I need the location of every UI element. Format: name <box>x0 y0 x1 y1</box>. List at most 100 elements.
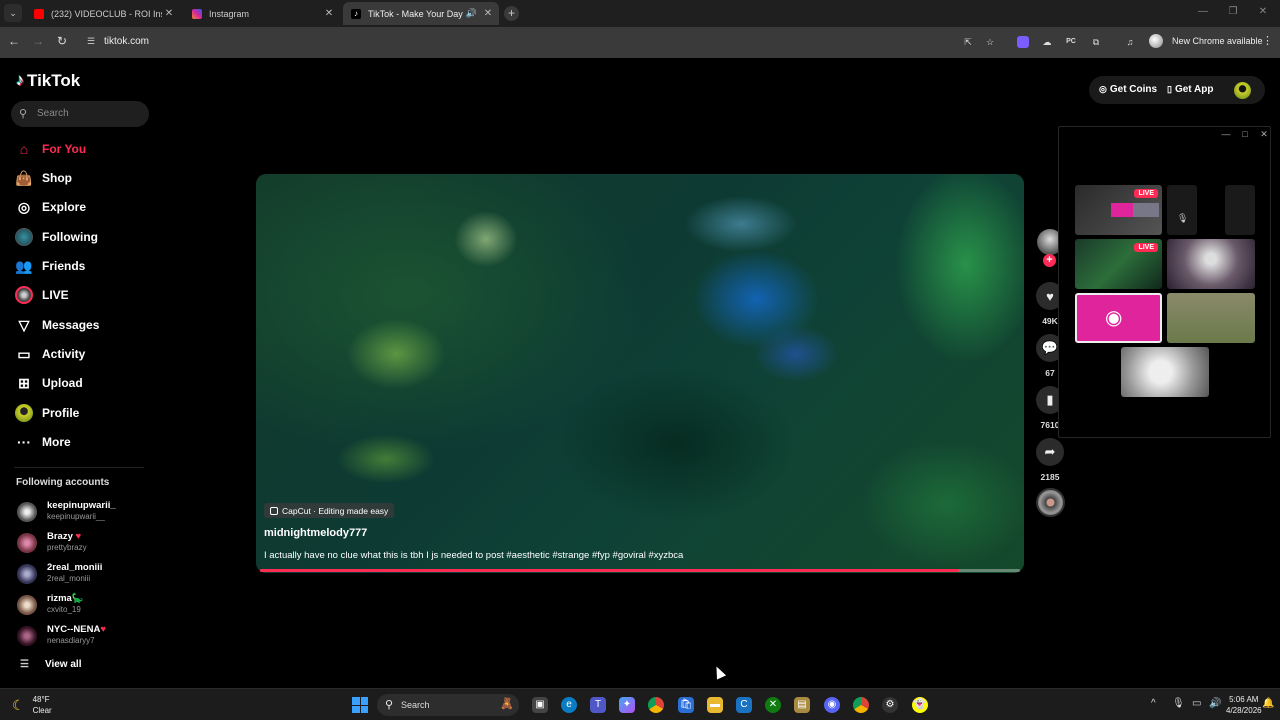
share-count: 2185 <box>1040 472 1060 482</box>
media-controls-icon[interactable]: ♫ <box>1124 36 1136 48</box>
friends-icon: 👥 <box>15 257 33 274</box>
xbox-icon[interactable]: ✕ <box>765 697 781 713</box>
task-view-icon[interactable]: ▣ <box>532 697 548 713</box>
chrome-icon[interactable] <box>648 697 664 713</box>
volume-icon[interactable]: 🔊 <box>1209 698 1221 709</box>
restore-icon[interactable]: ❐ <box>1218 6 1248 17</box>
minimize-icon[interactable]: — <box>1219 129 1233 139</box>
following-account[interactable]: keepinupwarii_ keepinupwarii__ <box>17 498 142 528</box>
display-icon[interactable]: ▭ <box>1192 698 1201 709</box>
maximize-icon[interactable]: □ <box>1238 129 1252 139</box>
video-author[interactable]: midnightmelody777 <box>264 527 367 539</box>
address-bar[interactable]: ☰ tiktok.com <box>82 31 1000 54</box>
extension-icon[interactable]: PC <box>1065 36 1077 48</box>
tab-youtube[interactable]: (232) VIDEOCLUB - ROI Instrum ✕ <box>26 2 180 25</box>
view-all-link[interactable]: ☰ View all <box>20 659 81 670</box>
nav-messages[interactable]: ▽ Messages <box>14 314 100 336</box>
get-app-button[interactable]: ▯ Get App <box>1167 84 1213 95</box>
heart-emoji: ♥ <box>75 531 82 542</box>
profile-avatar[interactable] <box>1149 34 1163 48</box>
reload-icon[interactable]: ↻ <box>54 34 70 48</box>
nav-explore[interactable]: ◎ Explore <box>14 196 86 218</box>
extension-icon[interactable] <box>1017 36 1029 48</box>
search-icon: ⚲ <box>19 108 28 120</box>
nav-profile[interactable]: Profile <box>14 402 79 424</box>
new-chrome-available-button[interactable]: New Chrome available <box>1172 36 1263 46</box>
video-progress-fill <box>260 569 960 572</box>
forward-icon[interactable]: → <box>30 34 46 48</box>
weather-widget[interactable]: ☾ 48°F Clear <box>12 694 52 716</box>
open-in-app-icon[interactable]: ⇱ <box>962 36 974 48</box>
following-account[interactable]: Brazy ♥ prettybrazy <box>17 529 142 559</box>
floating-window: — □ ✕ LIVE 🎙 LIVE ◉ <box>1058 126 1271 438</box>
thumbnail-live-stream[interactable]: LIVE <box>1075 185 1162 235</box>
close-icon[interactable]: ✕ <box>162 8 176 19</box>
following-account[interactable]: 2real_moniii 2real_moniii <box>17 560 142 590</box>
nav-following[interactable]: Following <box>14 226 98 248</box>
copilot-icon[interactable]: ✦ <box>619 697 635 713</box>
minimize-icon[interactable]: — <box>1188 6 1218 17</box>
dinosaur-emoji: 🦕 <box>71 593 84 604</box>
tiktok-logo[interactable]: ♪ TikTok <box>16 71 80 91</box>
capcut-badge[interactable]: CapCut · Editing made easy <box>264 503 395 518</box>
taskbar-search[interactable]: ⚲ Search 🧸 <box>377 694 519 716</box>
thumbnail-dark[interactable] <box>1225 185 1255 235</box>
close-icon[interactable]: ✕ <box>1257 129 1271 140</box>
nav-upload[interactable]: ⊞ Upload <box>14 372 83 394</box>
close-window-icon[interactable]: ✕ <box>1248 6 1278 17</box>
chrome-profile-icon[interactable] <box>853 697 869 713</box>
user-avatar[interactable] <box>1234 82 1251 99</box>
tray-chevron-icon[interactable]: ^ <box>1151 698 1156 709</box>
tab-tiktok[interactable]: ♪ TikTok - Make Your Day 🔊 ✕ <box>343 2 499 25</box>
notifications-icon[interactable]: 🔔 <box>1262 698 1274 709</box>
menu-kebab-icon[interactable]: ⋮ <box>1262 34 1273 47</box>
cloud-extension-icon[interactable]: ☁ <box>1041 36 1053 48</box>
extensions-puzzle-icon[interactable]: ⧉ <box>1090 36 1102 48</box>
snapchat-icon[interactable]: 👻 <box>912 697 928 713</box>
nav-more[interactable]: ··· More <box>14 431 71 453</box>
image-app-icon[interactable]: ▤ <box>794 697 810 713</box>
tiktok-search-input[interactable]: ⚲ Search <box>11 101 149 127</box>
clock[interactable]: 5:06 AM 4/28/2026 <box>1226 694 1262 716</box>
following-account[interactable]: rizma🦕 cxvito_19 <box>17 591 142 621</box>
thumbnail-person[interactable] <box>1121 347 1209 397</box>
nav-shop[interactable]: 👜 Shop <box>14 167 72 189</box>
get-coins-button[interactable]: ◎ Get Coins <box>1099 84 1157 95</box>
music-disc[interactable] <box>1036 488 1065 517</box>
app-icon[interactable]: ⚙ <box>882 697 898 713</box>
following-accounts-title: Following accounts <box>16 477 110 488</box>
nav-for-you[interactable]: ⌂ For You <box>14 138 86 160</box>
nav-friends[interactable]: 👥 Friends <box>14 255 85 277</box>
thumbnail-room[interactable] <box>1167 239 1255 289</box>
nav-activity[interactable]: ▭ Activity <box>14 343 85 365</box>
site-info-icon[interactable]: ☰ <box>87 36 95 47</box>
microphone-icon[interactable]: 🎙 <box>1172 698 1185 709</box>
activity-icon: ▭ <box>17 345 31 362</box>
close-icon[interactable]: ✕ <box>481 8 495 19</box>
thumbnail-live-video[interactable]: LIVE <box>1075 239 1162 289</box>
capcut-icon <box>270 506 278 515</box>
new-tab-button[interactable]: + <box>504 6 519 21</box>
edge-icon[interactable]: e <box>561 697 577 713</box>
thumbnail-discord[interactable]: ◉ <box>1075 293 1162 343</box>
tab-search-icon[interactable]: ⌄ <box>4 4 22 22</box>
follow-plus-icon[interactable]: + <box>1043 254 1056 267</box>
teams-icon[interactable]: T <box>590 697 606 713</box>
thumbnail-field[interactable] <box>1167 293 1255 343</box>
video-progress-bar[interactable] <box>260 569 1020 572</box>
c-app-icon[interactable]: C <box>736 697 752 713</box>
share-button[interactable]: ➦ <box>1036 438 1064 466</box>
speaker-icon[interactable]: 🔊 <box>466 8 477 19</box>
tab-instagram[interactable]: Instagram ✕ <box>184 2 340 25</box>
live-badge: LIVE <box>1134 189 1158 198</box>
file-explorer-icon[interactable]: ▬ <box>707 697 723 713</box>
store-icon[interactable]: 🛍 <box>678 697 694 713</box>
bookmark-star-icon[interactable]: ☆ <box>984 36 996 48</box>
back-icon[interactable]: ← <box>6 34 22 48</box>
discord-icon[interactable]: ◉ <box>824 697 840 713</box>
following-account[interactable]: NYC--NENA♥ nenasdiaryy7 <box>17 622 142 652</box>
nav-live[interactable]: LIVE <box>14 284 69 306</box>
close-icon[interactable]: ✕ <box>322 8 336 19</box>
start-button[interactable] <box>352 697 368 713</box>
thumbnail-dark[interactable]: 🎙 <box>1167 185 1197 235</box>
